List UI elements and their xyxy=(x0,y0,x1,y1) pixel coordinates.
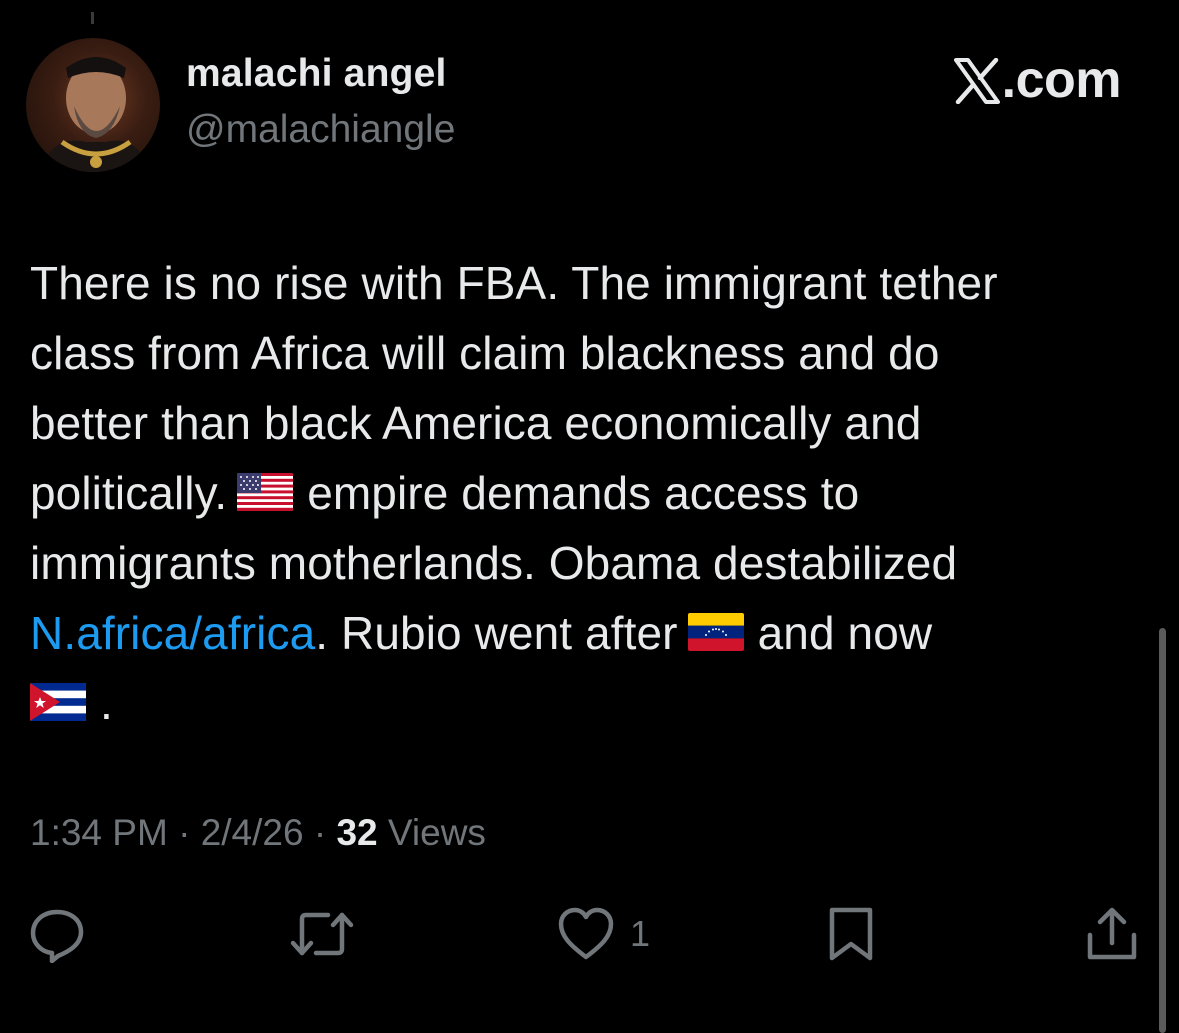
action-bar: 1 xyxy=(0,905,1179,975)
author-handle[interactable]: @malachiangle xyxy=(186,108,455,152)
tweet-line: immigrants motherlands. Obama destabiliz… xyxy=(30,537,958,589)
share-icon xyxy=(1087,907,1137,960)
brand-watermark: .com xyxy=(953,50,1122,110)
tweet-line: N.africa/africa. Rubio went after and no… xyxy=(30,598,1120,668)
reply-icon xyxy=(30,909,84,963)
reply-button[interactable] xyxy=(28,905,86,963)
scrollbar[interactable] xyxy=(1159,628,1166,1033)
bookmark-icon xyxy=(829,907,873,961)
portrait-avatar-icon xyxy=(40,57,150,172)
retweet-button[interactable] xyxy=(288,905,356,963)
views-count[interactable]: 32 xyxy=(336,812,377,853)
bookmark-button[interactable] xyxy=(826,905,876,963)
meta-separator: · xyxy=(167,812,201,853)
tweet-line: better than black America economically a… xyxy=(30,397,922,449)
tweet-line: There is no rise with FBA. The immigrant… xyxy=(30,257,998,309)
tweet-text-segment: . xyxy=(100,677,113,729)
author-display-name[interactable]: malachi angel xyxy=(186,52,447,96)
tweet-line: . xyxy=(30,668,1120,738)
tweet-time[interactable]: 1:34 PM xyxy=(30,812,168,853)
thread-connector-line xyxy=(91,12,94,24)
like-button[interactable]: 1 xyxy=(556,905,650,963)
views-label[interactable]: Views xyxy=(378,812,486,853)
tweet-date[interactable]: 2/4/26 xyxy=(201,812,304,853)
heart-icon xyxy=(558,907,614,960)
tweet-body: There is no rise with FBA. The immigrant… xyxy=(30,248,1120,738)
tweet-link[interactable]: N.africa/africa xyxy=(30,607,315,659)
venezuela-flag-icon xyxy=(687,613,744,651)
meta-separator: · xyxy=(303,812,337,853)
tweet-text-segment: and now xyxy=(757,607,933,659)
avatar[interactable] xyxy=(26,38,160,172)
cuba-flag-icon xyxy=(30,683,86,721)
like-count: 1 xyxy=(630,913,651,954)
us-flag-icon xyxy=(237,473,294,511)
brand-domain: .com xyxy=(1001,51,1122,109)
tweet-text-segment: . Rubio went after xyxy=(315,607,678,659)
tweet-line: class from Africa will claim blackness a… xyxy=(30,327,940,379)
retweet-icon xyxy=(290,912,354,956)
tweet-line: politically. empire demands access to xyxy=(30,458,1120,528)
share-button[interactable] xyxy=(1084,905,1140,963)
x-logo-icon xyxy=(953,57,1000,105)
tweet-text-segment: politically. xyxy=(30,467,228,519)
tweet-text-segment: empire demands access to xyxy=(307,467,860,519)
tweet-metadata: 1:34 PM · 2/4/26 · 32 Views xyxy=(30,812,486,854)
